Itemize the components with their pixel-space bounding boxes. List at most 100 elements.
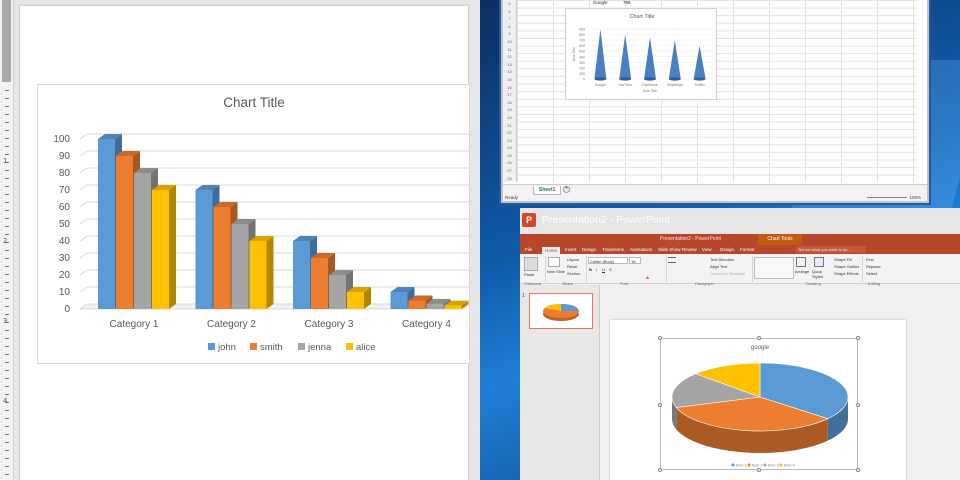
row-number[interactable]: 7 [503, 15, 516, 23]
resize-handle[interactable] [658, 468, 662, 472]
arrange-icon[interactable] [796, 257, 806, 267]
add-sheet-icon[interactable]: + [563, 186, 570, 193]
section-button[interactable]: Section [567, 271, 580, 276]
tab-view[interactable]: View [702, 247, 712, 252]
pie-chart-frame[interactable]: google Item 1 Item 2 Item 3 Item 4 [658, 336, 860, 472]
replace-button[interactable]: Replace [866, 264, 881, 269]
row-number[interactable]: 19 [503, 106, 516, 114]
text-direction-button[interactable]: Text Direction [710, 257, 734, 262]
font-color-icon[interactable]: A [646, 275, 649, 280]
new-slide-icon[interactable] [548, 257, 560, 267]
strikethrough-icon[interactable]: S [609, 267, 612, 272]
row-number[interactable]: 20 [503, 114, 516, 122]
group-label-drawing: Drawing [806, 281, 821, 286]
bullets-icon[interactable] [668, 257, 676, 263]
convert-smartart-button[interactable]: Convert to SmartArt [710, 271, 745, 276]
ruler-tick [5, 434, 9, 435]
powerpoint-window[interactable]: P Presentation2 - PowerPoint Presentatio… [520, 208, 960, 480]
pie-legend-swatch [731, 463, 735, 467]
sheet-tab[interactable]: Sheet1 [533, 186, 562, 195]
pie-legend-label: Item 4 [784, 464, 795, 468]
row-number[interactable]: 17 [503, 91, 516, 99]
quick-styles-icon[interactable] [814, 257, 824, 267]
resize-handle[interactable] [757, 336, 761, 340]
bar-smith [116, 156, 133, 309]
tab-chart-design[interactable]: Design [720, 247, 734, 252]
resize-handle[interactable] [856, 468, 860, 472]
bar-side [266, 236, 274, 309]
row-number[interactable]: 13 [503, 61, 516, 69]
tab-format[interactable]: Format [740, 247, 754, 252]
paste-icon[interactable] [524, 257, 538, 271]
bar-smith [213, 207, 231, 309]
layout-button[interactable]: Layout [567, 257, 579, 262]
resize-handle[interactable] [658, 403, 662, 407]
cell-value[interactable]: 786 [623, 0, 631, 5]
row-number[interactable]: 26 [503, 159, 516, 167]
excel-chart[interactable]: Chart Title 0 100 200 300 400 500 600 700 800 900 A… [565, 8, 717, 100]
row-number[interactable]: 5 [503, 0, 516, 8]
row-number[interactable]: 21 [503, 122, 516, 130]
tab-transitions[interactable]: Transitions [602, 247, 624, 252]
shape-outline-button[interactable]: Shape Outline [834, 264, 859, 269]
ruler-tick [5, 466, 9, 467]
tab-file[interactable]: File [525, 247, 532, 252]
font-size-select[interactable]: 18 [629, 257, 641, 264]
align-text-button[interactable]: Align Text [710, 264, 727, 269]
row-number[interactable]: 9 [503, 30, 516, 38]
shapes-gallery[interactable] [754, 257, 794, 279]
shape-fill-button[interactable]: Shape Fill [834, 257, 852, 262]
resize-handle[interactable] [856, 403, 860, 407]
row-number[interactable]: 16 [503, 84, 516, 92]
row-number[interactable]: 10 [503, 38, 516, 46]
ruler-tick [5, 298, 9, 299]
italic-icon[interactable]: I [596, 267, 597, 272]
row-number[interactable]: 25 [503, 152, 516, 160]
ruler-tick [5, 362, 9, 363]
pie-legend-swatch [779, 463, 783, 467]
tab-slide-show[interactable]: Slide Show [658, 247, 681, 252]
resize-handle[interactable] [658, 336, 662, 340]
tab-animations[interactable]: Animations [630, 247, 652, 252]
row-number[interactable]: 18 [503, 99, 516, 107]
new-slide-button[interactable]: New Slide [547, 269, 567, 274]
excel-window[interactable]: 5 6 7 8 9 10 11 12 13 14 15 16 17 18 19 20 21 22 23 24 25 26 2… [501, 0, 929, 203]
tab-home[interactable]: Home [542, 246, 561, 254]
underline-icon[interactable]: U [602, 267, 605, 272]
tab-design[interactable]: Design [582, 247, 596, 252]
cell-label[interactable]: Google [593, 0, 608, 5]
find-button[interactable]: Find [866, 257, 874, 262]
slide-thumbnail[interactable] [529, 293, 593, 329]
word-chart[interactable]: Chart Title 0 10 20 30 40 50 60 70 80 90 100 Categor… [37, 84, 472, 364]
quick-styles-button[interactable]: Quick Styles [812, 269, 830, 279]
slide-canvas[interactable]: google Item 1 Item 2 Item 3 Item 4 [610, 320, 906, 480]
resize-handle[interactable] [757, 468, 761, 472]
arrange-button[interactable]: Arrange [795, 269, 809, 274]
reset-button[interactable]: Reset [567, 264, 577, 269]
zoom-slider[interactable] [867, 197, 907, 198]
y-tick-label: 20 [59, 270, 71, 281]
row-number[interactable]: 24 [503, 144, 516, 152]
ruler-tick [5, 314, 9, 315]
row-number[interactable]: 8 [503, 23, 516, 31]
row-number[interactable]: 15 [503, 76, 516, 84]
tell-me-search[interactable]: Tell me what you want to do... [796, 246, 866, 253]
tab-insert[interactable]: Insert [565, 247, 576, 252]
tab-review[interactable]: Review [682, 247, 697, 252]
row-number[interactable]: 6 [503, 8, 516, 16]
app-title-bar: Presentation2 - PowerPoint Chart Tools [520, 234, 960, 245]
paste-button[interactable]: Paste [524, 272, 534, 277]
select-button[interactable]: Select [866, 271, 877, 276]
row-number[interactable]: 22 [503, 129, 516, 137]
row-number[interactable]: 11 [503, 46, 516, 54]
row-number[interactable]: 28 [503, 175, 516, 183]
font-name-select[interactable]: Calibri (Body) [588, 257, 628, 264]
bold-icon[interactable]: B [589, 267, 592, 272]
window-title-bar[interactable]: P Presentation2 - PowerPoint [520, 208, 960, 232]
row-number[interactable]: 12 [503, 53, 516, 61]
row-number[interactable]: 14 [503, 68, 516, 76]
resize-handle[interactable] [856, 336, 860, 340]
row-number[interactable]: 23 [503, 137, 516, 145]
row-number[interactable]: 27 [503, 167, 516, 175]
shape-effects-button[interactable]: Shape Effects [834, 271, 859, 276]
